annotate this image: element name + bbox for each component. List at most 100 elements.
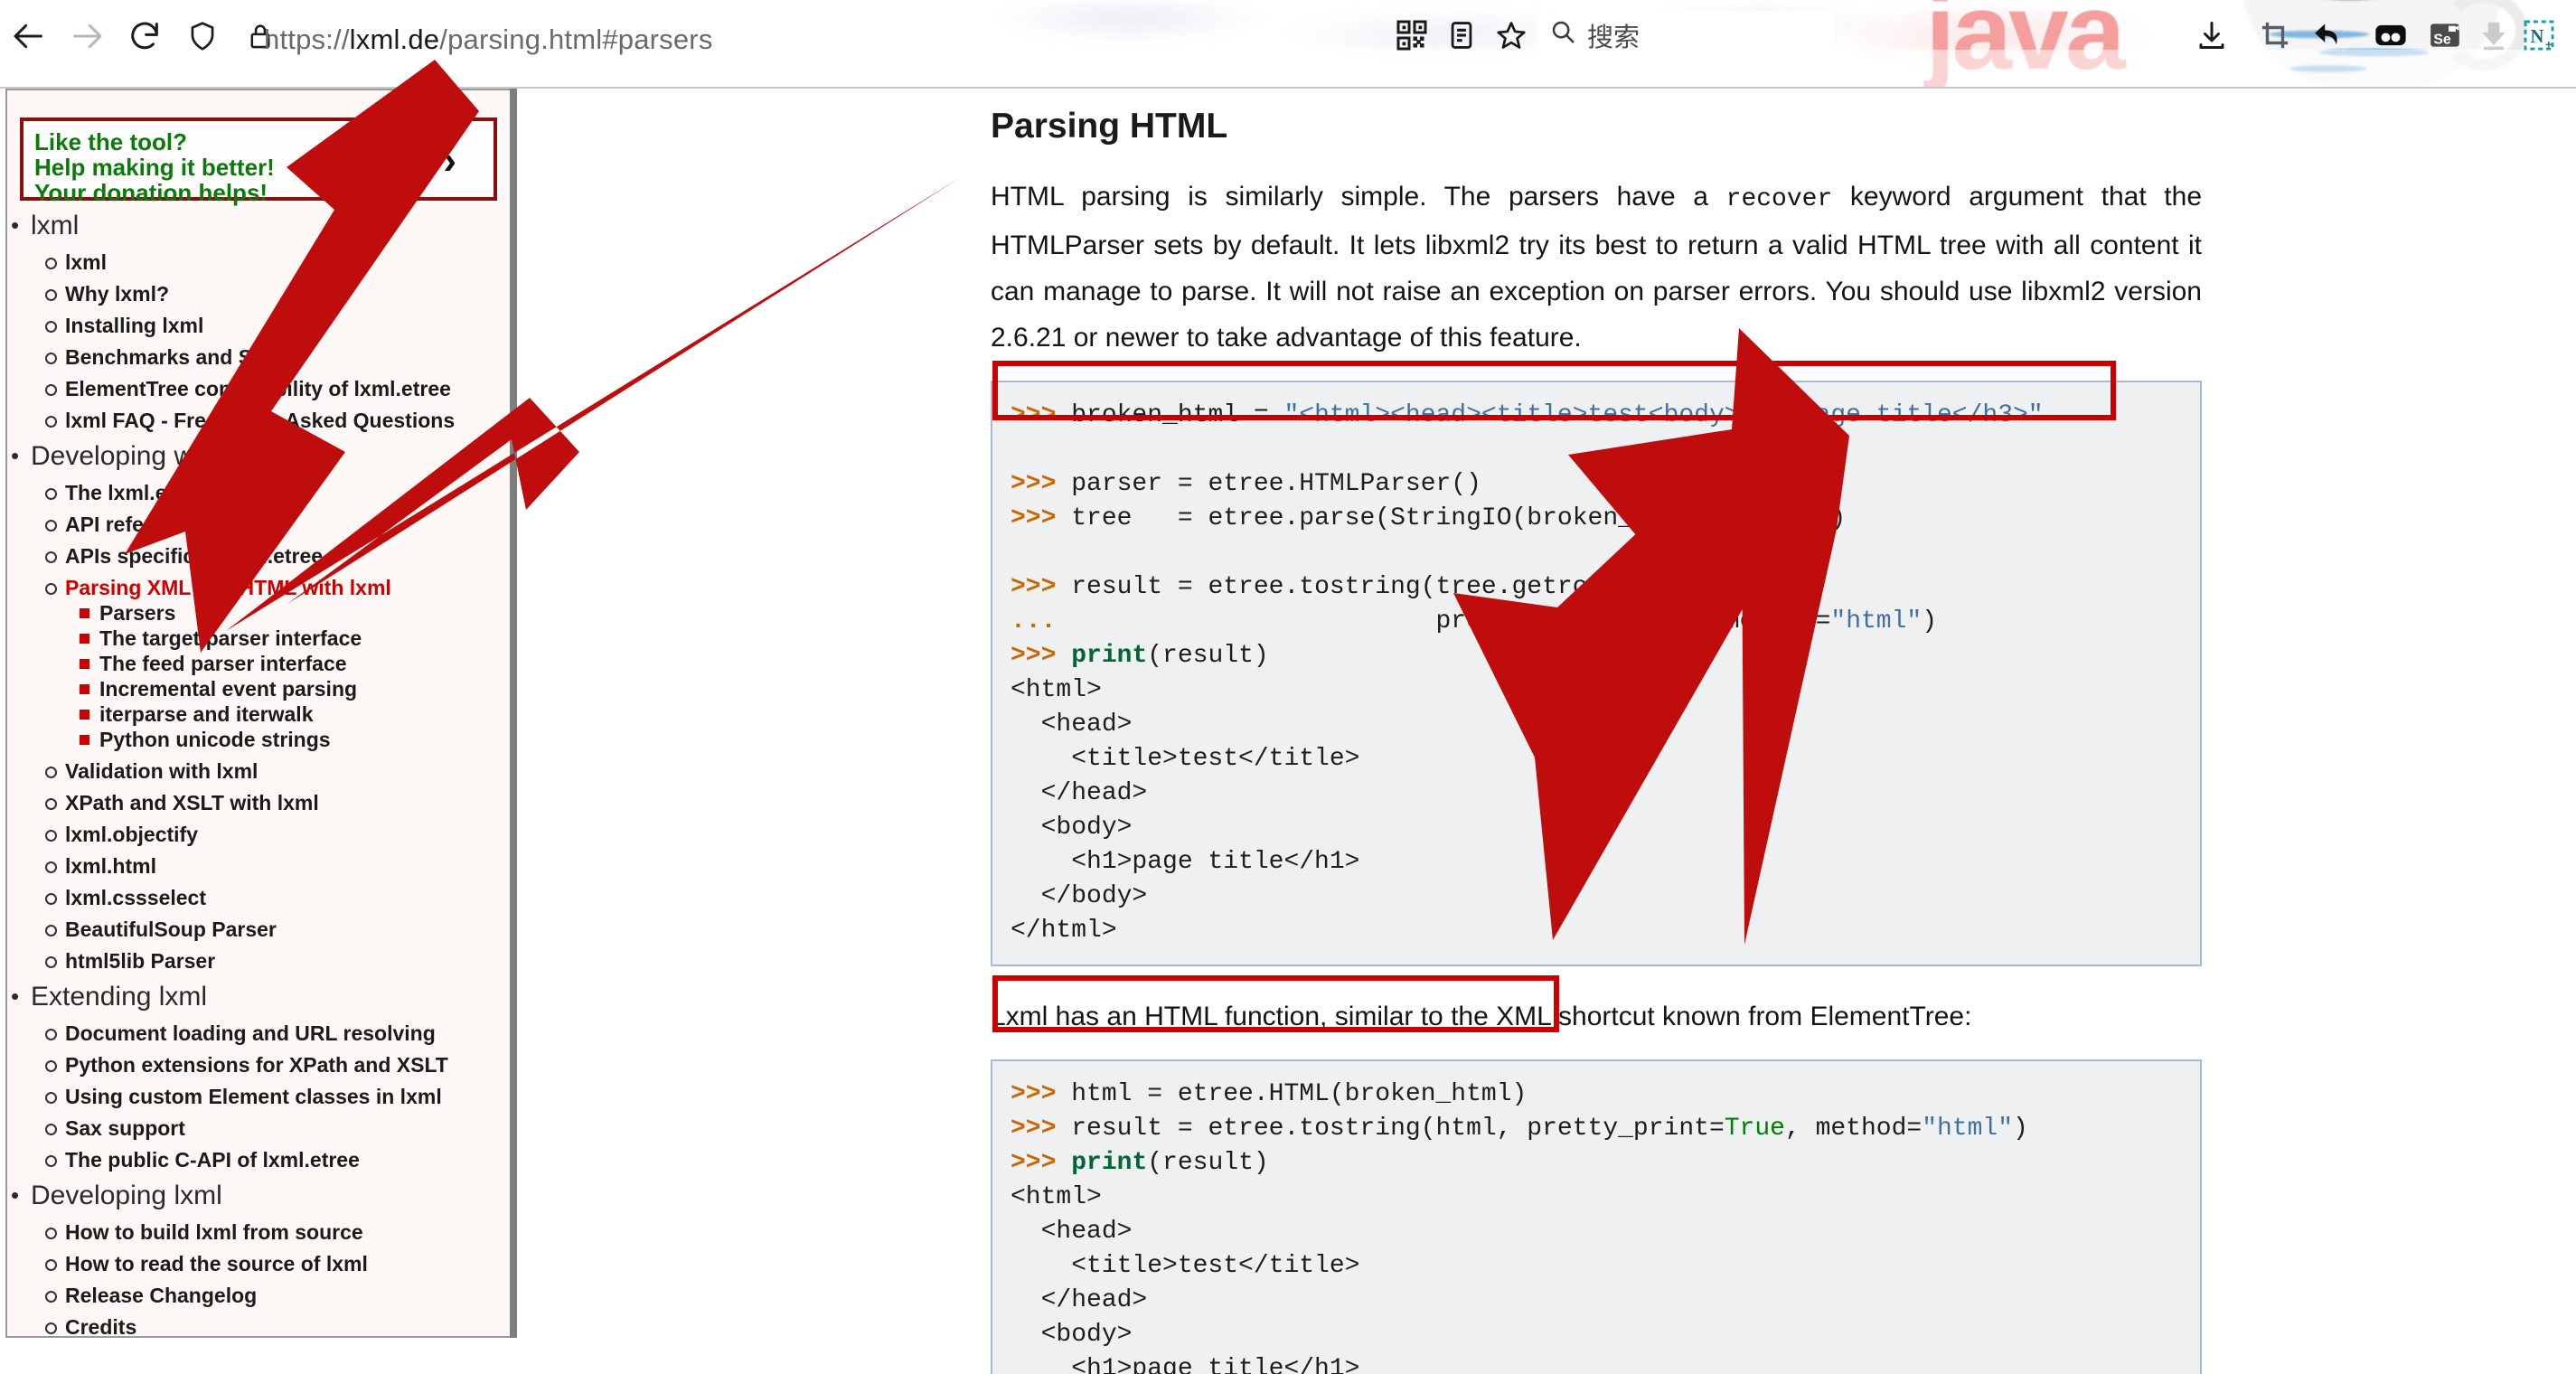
sidebar-item-label: The feed parser interface bbox=[99, 652, 510, 675]
sidebar-section-list: lxml lxml Why lxml? Installing lxml Benc… bbox=[7, 210, 510, 1336]
sidebar-item-custom-element-classes[interactable]: Using custom Element classes in lxml bbox=[65, 1085, 510, 1108]
search-placeholder: 搜索 bbox=[1587, 24, 1641, 52]
sidebar-item-why-lxml[interactable]: Why lxml? bbox=[65, 282, 510, 306]
sidebar-item-label: lxml.html bbox=[65, 854, 510, 878]
sidebar-item-python-extensions[interactable]: Python extensions for XPath and XSLT bbox=[65, 1053, 510, 1077]
sidebar-item-incremental-event-parsing[interactable]: Incremental event parsing bbox=[99, 677, 510, 701]
fox-extension-icon[interactable] bbox=[2364, 9, 2417, 61]
sidebar-section-label[interactable]: Developing with lxml bbox=[31, 440, 510, 473]
crop-icon[interactable] bbox=[2249, 9, 2301, 61]
donation-banner[interactable]: Like the tool? Help making it better! Yo… bbox=[20, 118, 497, 205]
sidebar-item-sax-support[interactable]: Sax support bbox=[65, 1116, 510, 1140]
sidebar-item-objectify[interactable]: lxml.objectify bbox=[65, 823, 510, 846]
download-icon[interactable] bbox=[2186, 9, 2238, 61]
undo-arrow-icon[interactable] bbox=[2303, 9, 2355, 61]
sidebar-item-document-loading[interactable]: Document loading and URL resolving bbox=[65, 1021, 510, 1045]
html-function-paragraph: Lxml has an HTML function, similar to th… bbox=[991, 1002, 1972, 1031]
qr-code-icon[interactable] bbox=[1386, 9, 1438, 61]
nimbus-capture-icon[interactable]: N + bbox=[2513, 9, 2565, 61]
sidebar-item-api-reference[interactable]: API reference bbox=[65, 513, 510, 536]
search-input[interactable]: 搜索 bbox=[1537, 11, 1835, 60]
sidebar-section-developing-with-lxml: Developing with lxml The lxml.etree Tuto… bbox=[31, 440, 510, 973]
sidebar-item-parsers[interactable]: Parsers bbox=[99, 601, 510, 625]
sidebar-section-label[interactable]: Extending lxml bbox=[31, 981, 510, 1013]
sidebar-item-label: Document loading and URL resolving bbox=[65, 1021, 510, 1045]
sidebar-item-lxml[interactable]: lxml bbox=[65, 250, 510, 274]
sidebar-item-elementtree-compat[interactable]: ElementTree compatibility of lxml.etree bbox=[65, 377, 510, 400]
sidebar-navigation[interactable]: Like the tool? Help making it better! Yo… bbox=[5, 89, 510, 1338]
sidebar-item-cssselect[interactable]: lxml.cssselect bbox=[65, 886, 510, 909]
sidebar-item-label: Parsers bbox=[99, 601, 510, 625]
sidebar-item-installing-lxml[interactable]: Installing lxml bbox=[65, 314, 510, 337]
sidebar-sublist: Document loading and URL resolving Pytho… bbox=[31, 1021, 510, 1172]
sidebar-item-python-unicode-strings[interactable]: Python unicode strings bbox=[99, 728, 510, 751]
sidebar-item-label: XPath and XSLT with lxml bbox=[65, 791, 510, 814]
sidebar-item-label: The target parser interface bbox=[99, 626, 510, 650]
snake-icon bbox=[385, 141, 431, 184]
code-block-2[interactable]: >>> html = etree.HTML(broken_html) >>> r… bbox=[991, 1059, 2202, 1374]
sidebar-item-apis-specific[interactable]: APIs specific to lxml.etree bbox=[65, 544, 510, 568]
hamburger-menu-icon[interactable] bbox=[2565, 9, 2576, 61]
sidebar-item-beautifulsoup-parser[interactable]: BeautifulSoup Parser bbox=[65, 918, 510, 941]
sidebar-item-benchmarks[interactable]: Benchmarks and Speed bbox=[65, 345, 510, 369]
sidebar-item-parsing-xml-html[interactable]: Parsing XML and HTML with lxml Parsers T… bbox=[65, 576, 510, 751]
sidebar-item-label: APIs specific to lxml.etree bbox=[65, 544, 510, 568]
sidebar-item-label: The lxml.etree Tutorial bbox=[65, 481, 510, 504]
sidebar-section-label[interactable]: Developing lxml bbox=[31, 1180, 510, 1212]
sidebar-item-lxml-html[interactable]: lxml.html bbox=[65, 854, 510, 878]
sidebar-item-public-c-api[interactable]: The public C-API of lxml.etree bbox=[65, 1148, 510, 1172]
sidebar-item-release-changelog[interactable]: Release Changelog bbox=[65, 1284, 510, 1307]
sidebar-item-label: Validation with lxml bbox=[65, 759, 510, 783]
url-host: lxml.de bbox=[349, 24, 440, 55]
sidebar-subsublist: Parsers The target parser interface The … bbox=[65, 601, 510, 751]
paragraph-text-a: HTML parsing is similarly simple. The pa… bbox=[991, 182, 1726, 212]
sidebar-section-label[interactable]: lxml bbox=[31, 210, 510, 242]
sidebar-item-label: lxml bbox=[65, 250, 510, 274]
sidebar-item-xpath-xslt[interactable]: XPath and XSLT with lxml bbox=[65, 791, 510, 814]
reader-view-icon[interactable] bbox=[1435, 9, 1488, 61]
sidebar-item-tutorial[interactable]: The lxml.etree Tutorial bbox=[65, 481, 510, 504]
code-block-1[interactable]: >>> broken_html = "<html><head><title>te… bbox=[991, 381, 2202, 966]
sidebar-item-label: The public C-API of lxml.etree bbox=[65, 1148, 510, 1172]
sidebar-section-developing-lxml: Developing lxml How to build lxml from s… bbox=[31, 1180, 510, 1336]
sidebar-item-validation[interactable]: Validation with lxml bbox=[65, 759, 510, 783]
search-icon bbox=[1549, 18, 1576, 52]
sidebar-sublist: The lxml.etree Tutorial API reference AP… bbox=[31, 481, 510, 973]
sidebar-item-faq[interactable]: lxml FAQ - Frequently Asked Questions bbox=[65, 409, 510, 432]
article: Parsing HTML HTML parsing is similarly s… bbox=[991, 89, 2202, 1374]
back-arrow-icon[interactable] bbox=[2, 9, 56, 63]
sidebar-item-iterparse-iterwalk[interactable]: iterparse and iterwalk bbox=[99, 702, 510, 726]
sidebar-sublist: lxml Why lxml? Installing lxml Benchmark… bbox=[31, 250, 510, 432]
svg-text:Se: Se bbox=[2433, 33, 2451, 48]
sidebar-item-target-parser-interface[interactable]: The target parser interface bbox=[99, 626, 510, 650]
shield-icon[interactable] bbox=[175, 9, 230, 63]
inline-code-recover: recover bbox=[1725, 185, 1833, 213]
sidebar-item-label: Why lxml? bbox=[65, 282, 510, 306]
url-bar[interactable]: https://lxml.de/parsing.html#parsers bbox=[264, 24, 713, 56]
star-bookmark-icon[interactable] bbox=[1485, 9, 1537, 61]
sidebar-item-credits[interactable]: Credits bbox=[65, 1315, 510, 1336]
sidebar-item-label: Release Changelog bbox=[65, 1284, 510, 1307]
reload-icon[interactable] bbox=[118, 9, 172, 63]
sidebar-item-read-source[interactable]: How to read the source of lxml bbox=[65, 1252, 510, 1275]
sidebar-item-label: API reference bbox=[65, 513, 510, 536]
sidebar-item-feed-parser-interface[interactable]: The feed parser interface bbox=[99, 652, 510, 675]
url-path: /parsing.html#parsers bbox=[439, 24, 713, 55]
forward-arrow-icon[interactable] bbox=[60, 9, 114, 63]
svg-text:N: N bbox=[2531, 27, 2544, 47]
sidebar-item-label: Using custom Element classes in lxml bbox=[65, 1085, 510, 1108]
browser-window: java https://lxml.de/parsing.html#parser… bbox=[0, 0, 2576, 1374]
sidebar-item-html5lib-parser[interactable]: html5lib Parser bbox=[65, 949, 510, 973]
sidebar-item-label: Sax support bbox=[65, 1116, 510, 1140]
browser-toolbar: java https://lxml.de/parsing.html#parser… bbox=[0, 0, 2576, 89]
sidebar-item-label: Python extensions for XPath and XSLT bbox=[65, 1053, 510, 1077]
sidebar-item-label: lxml.cssselect bbox=[65, 886, 510, 909]
sidebar-section-lxml: lxml lxml Why lxml? Installing lxml Benc… bbox=[31, 210, 510, 432]
sidebar-item-label: html5lib Parser bbox=[65, 949, 510, 973]
sidebar-item-build-from-source[interactable]: How to build lxml from source bbox=[65, 1220, 510, 1244]
sidebar-item-label: Installing lxml bbox=[65, 314, 510, 337]
sidebar-item-label: iterparse and iterwalk bbox=[99, 702, 510, 726]
selenium-ide-icon[interactable]: Se bbox=[2419, 9, 2471, 61]
sidebar-item-label: lxml FAQ - Frequently Asked Questions bbox=[65, 409, 510, 432]
sidebar-item-label: Credits bbox=[65, 1315, 510, 1336]
